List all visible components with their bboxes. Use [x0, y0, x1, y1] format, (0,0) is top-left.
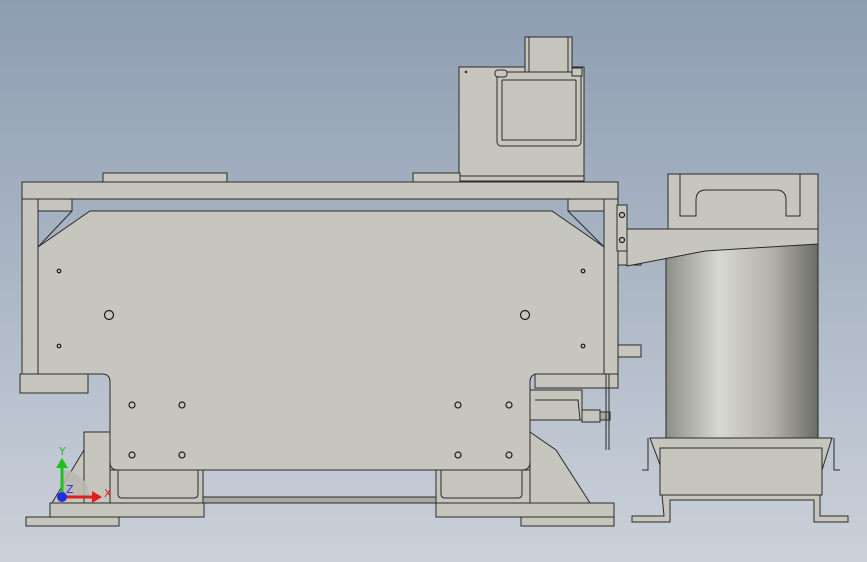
z-axis-label: Z [66, 483, 74, 496]
x-axis-label: X [104, 487, 112, 500]
cad-viewport[interactable]: Y X Z [0, 0, 867, 562]
y-axis-label: Y [58, 445, 66, 458]
main-side-plate[interactable] [37, 210, 605, 471]
cad-drawing: Y X Z [0, 0, 867, 562]
